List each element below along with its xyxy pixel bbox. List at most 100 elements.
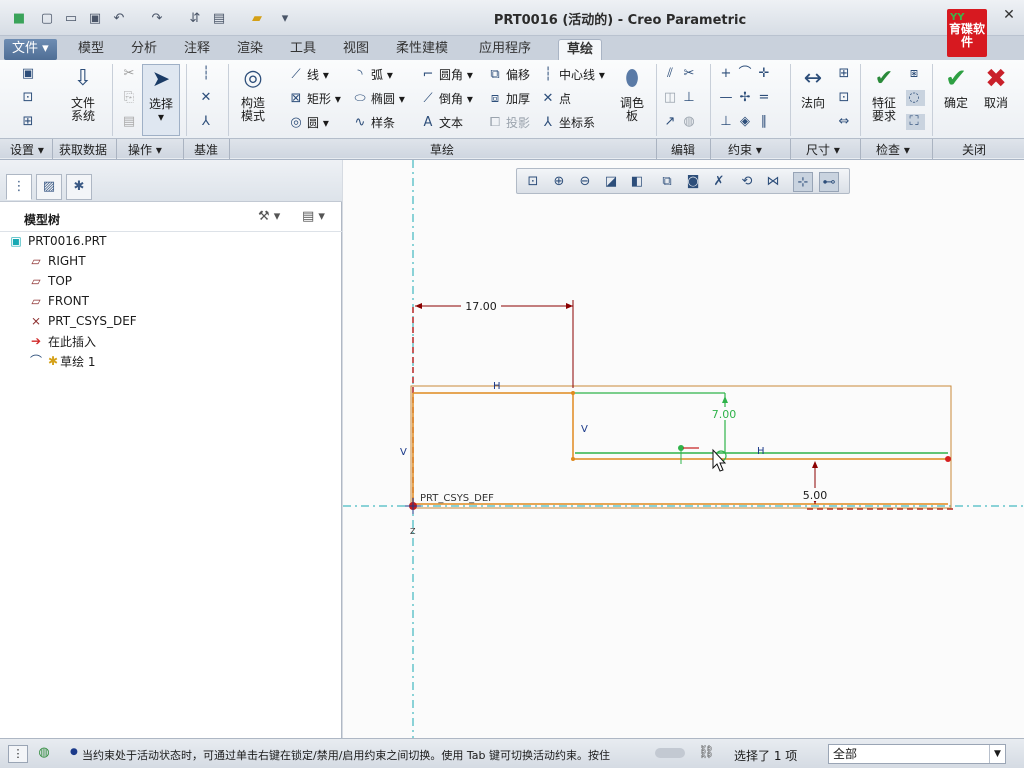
fillet-button[interactable]: ⌐ 圆角 ▾ xyxy=(420,66,473,83)
group-constrain[interactable]: 约束 ▾ xyxy=(728,141,762,158)
rotate-resize-button[interactable]: ↗ ◍ xyxy=(662,114,700,130)
datum-csys-button[interactable]: ⅄ xyxy=(198,114,217,130)
tree-item-sketch[interactable]: ⌒ ✱ 草绘 1 xyxy=(28,352,96,370)
save-icon[interactable]: ▣ xyxy=(86,9,104,27)
tab-render[interactable]: 渲染 xyxy=(229,39,271,60)
coincident-constraint-icon[interactable]: ✢ xyxy=(737,90,753,106)
selection-filter-icon[interactable]: ⛓ xyxy=(698,745,715,760)
ellipse-button[interactable]: ⬭ 椭圆 ▾ xyxy=(352,90,404,107)
sketch-setup-button[interactable]: ▣ xyxy=(20,66,39,82)
tab-sketch[interactable]: 草绘 xyxy=(558,39,603,60)
corner-icon[interactable]: ◍ xyxy=(681,114,697,130)
show-menu-icon[interactable]: ▤ ▾ xyxy=(302,209,325,224)
arc-button[interactable]: ◝ 弧 ▾ xyxy=(352,66,392,83)
active-star-icon: ✱ xyxy=(48,354,59,368)
paste-button[interactable]: ▤ xyxy=(121,114,140,130)
point-button[interactable]: ✕ 点 xyxy=(540,90,571,107)
customize-icon[interactable]: ▾ xyxy=(276,9,294,27)
app-icon[interactable]: ■ xyxy=(10,9,28,27)
file-system-button[interactable]: ⇩ 文件 系统 xyxy=(60,64,106,123)
graphics-area[interactable]: ⊡ ⊕ ⊖ ◪ ◧ ⧉ ◙ ✗ ⟲ ⋈ ⊹ ⊷ 17.00 7.00 5.00 … xyxy=(343,160,1024,738)
windows-icon[interactable]: ▤ xyxy=(210,9,228,27)
construction-mode-button[interactable]: ◎ 构造 模式 xyxy=(232,64,274,123)
open-icon[interactable]: ▭ xyxy=(62,9,80,27)
new-icon[interactable]: ▢ xyxy=(38,9,56,27)
divide-icon[interactable]: ⊥ xyxy=(681,90,697,106)
group-inspect[interactable]: 检查 ▾ xyxy=(876,141,910,158)
tab-applications[interactable]: 应用程序 xyxy=(471,39,539,60)
group-operations[interactable]: 操作 ▾ xyxy=(128,141,162,158)
navigator-toggle-icon[interactable]: ⋮ xyxy=(8,745,28,763)
centerline-button[interactable]: ┆ 中心线 ▾ xyxy=(540,66,605,83)
symmetric-constraint-icon[interactable]: ◈ xyxy=(737,114,753,130)
sketch-view-button[interactable]: ⊞ xyxy=(20,114,39,130)
text-button[interactable]: A 文本 xyxy=(420,114,463,131)
tab-annotate[interactable]: 注释 xyxy=(176,39,218,60)
perpendicular-constraint-button[interactable]: ⊥ ◈ ∥ xyxy=(718,114,775,130)
tree-item-csys[interactable]: ⨯ PRT_CSYS_DEF xyxy=(28,312,137,330)
datum-point-button[interactable]: ✕ xyxy=(198,90,217,106)
baseline-button[interactable]: ⇔ xyxy=(836,114,855,130)
thicken-button[interactable]: ⧈ 加厚 xyxy=(487,90,530,107)
select-label: 选择 xyxy=(148,97,173,111)
tab-file[interactable]: 文件 ▾ xyxy=(4,39,57,60)
mirror-button[interactable]: ◫ ⊥ xyxy=(662,90,700,106)
highlight-open-ends-button[interactable]: ◌ xyxy=(906,90,925,106)
parallel-constraint-icon[interactable]: ∥ xyxy=(756,114,772,130)
horizontal-constraint-button[interactable]: — ✢ = xyxy=(718,90,775,106)
close-button[interactable]: ✕ xyxy=(999,7,1019,27)
tree-item-top[interactable]: ▱ TOP xyxy=(28,272,72,290)
normal-dimension-button[interactable]: ↔ 法向 xyxy=(794,64,832,110)
group-setup[interactable]: 设置 ▾ xyxy=(10,141,44,158)
model-tree-tab[interactable]: ⋮ xyxy=(6,174,32,200)
delete-segment-icon[interactable]: ✂ xyxy=(681,66,697,82)
line-button[interactable]: ⟋ 线 ▾ xyxy=(288,66,328,83)
spline-button[interactable]: ∿ 样条 xyxy=(352,114,395,131)
file-system-label: 文件 系统 xyxy=(70,96,95,123)
regenerate-icon[interactable]: ⇵ xyxy=(186,9,204,27)
folder-browser-tab[interactable]: ▨ xyxy=(36,174,62,200)
palette-button[interactable]: ⬮ 调色 板 xyxy=(612,64,652,123)
rectangle-button[interactable]: ⊠ 矩形 ▾ xyxy=(288,90,341,107)
tree-item-front[interactable]: ▱ FRONT xyxy=(28,292,89,310)
equal-constraint-icon[interactable]: = xyxy=(756,90,772,106)
midpoint-constraint-icon[interactable]: ✛ xyxy=(756,66,772,82)
tab-tools[interactable]: 工具 xyxy=(282,39,324,60)
circle-button[interactable]: ◎ 圆 ▾ xyxy=(288,114,329,131)
tab-view[interactable]: 视图 xyxy=(335,39,377,60)
redo-icon[interactable]: ↷ xyxy=(148,9,166,27)
settings-icon[interactable]: ⚒ ▾ xyxy=(258,209,280,224)
offset-label: 偏移 xyxy=(506,68,531,82)
project-button[interactable]: ⧠ 投影 xyxy=(487,114,530,131)
filter-dropdown[interactable]: 全部 ▼ xyxy=(828,744,1006,764)
offset-button[interactable]: ⧉ 偏移 xyxy=(487,66,530,83)
reference-dim-button[interactable]: ⊡ xyxy=(836,90,855,106)
group-dimension[interactable]: 尺寸 ▾ xyxy=(806,141,840,158)
vertical-constraint-button[interactable]: + ⌒ ✛ xyxy=(718,66,775,82)
close-window-icon[interactable]: ▰ xyxy=(248,9,266,27)
favorites-tab[interactable]: ✱ xyxy=(66,174,92,200)
undo-icon[interactable]: ↶ xyxy=(110,9,128,27)
tree-item-part[interactable]: ▣ PRT0016.PRT xyxy=(8,232,106,250)
tree-item-right[interactable]: ▱ RIGHT xyxy=(28,252,85,270)
feature-requirements-button[interactable]: ✔ 特征 要求 xyxy=(864,64,904,123)
tab-analysis[interactable]: 分析 xyxy=(123,39,165,60)
datum-centerline-button[interactable]: ┆ xyxy=(198,66,217,82)
ok-button[interactable]: ✔ 确定 xyxy=(938,64,974,110)
browser-toggle-icon[interactable]: ◍ xyxy=(34,745,54,763)
copy-button[interactable]: ⎘ xyxy=(121,90,140,106)
select-button[interactable]: ➤ 选择 ▾ xyxy=(142,64,180,136)
tab-model[interactable]: 模型 xyxy=(70,39,112,60)
perimeter-button[interactable]: ⊞ xyxy=(836,66,855,82)
tab-flexible-modeling[interactable]: 柔性建模 xyxy=(388,39,456,60)
overlapping-geometry-button[interactable]: ⧆ xyxy=(906,66,925,82)
cut-button[interactable]: ✂ xyxy=(121,66,140,82)
reference-button[interactable]: ⊡ xyxy=(20,90,39,106)
chamfer-button[interactable]: ⟋ 倒角 ▾ xyxy=(420,90,472,107)
modify-button[interactable]: ⫽ ✂ xyxy=(662,66,700,82)
coord-sys-button[interactable]: ⅄ 坐标系 xyxy=(540,114,595,131)
tree-item-insert-here[interactable]: ➔ 在此插入 xyxy=(28,332,96,350)
shade-closed-loops-button[interactable]: ⛶ xyxy=(906,114,925,130)
cancel-button[interactable]: ✖ 取消 xyxy=(978,64,1014,110)
tangent-constraint-icon[interactable]: ⌒ xyxy=(737,66,753,82)
